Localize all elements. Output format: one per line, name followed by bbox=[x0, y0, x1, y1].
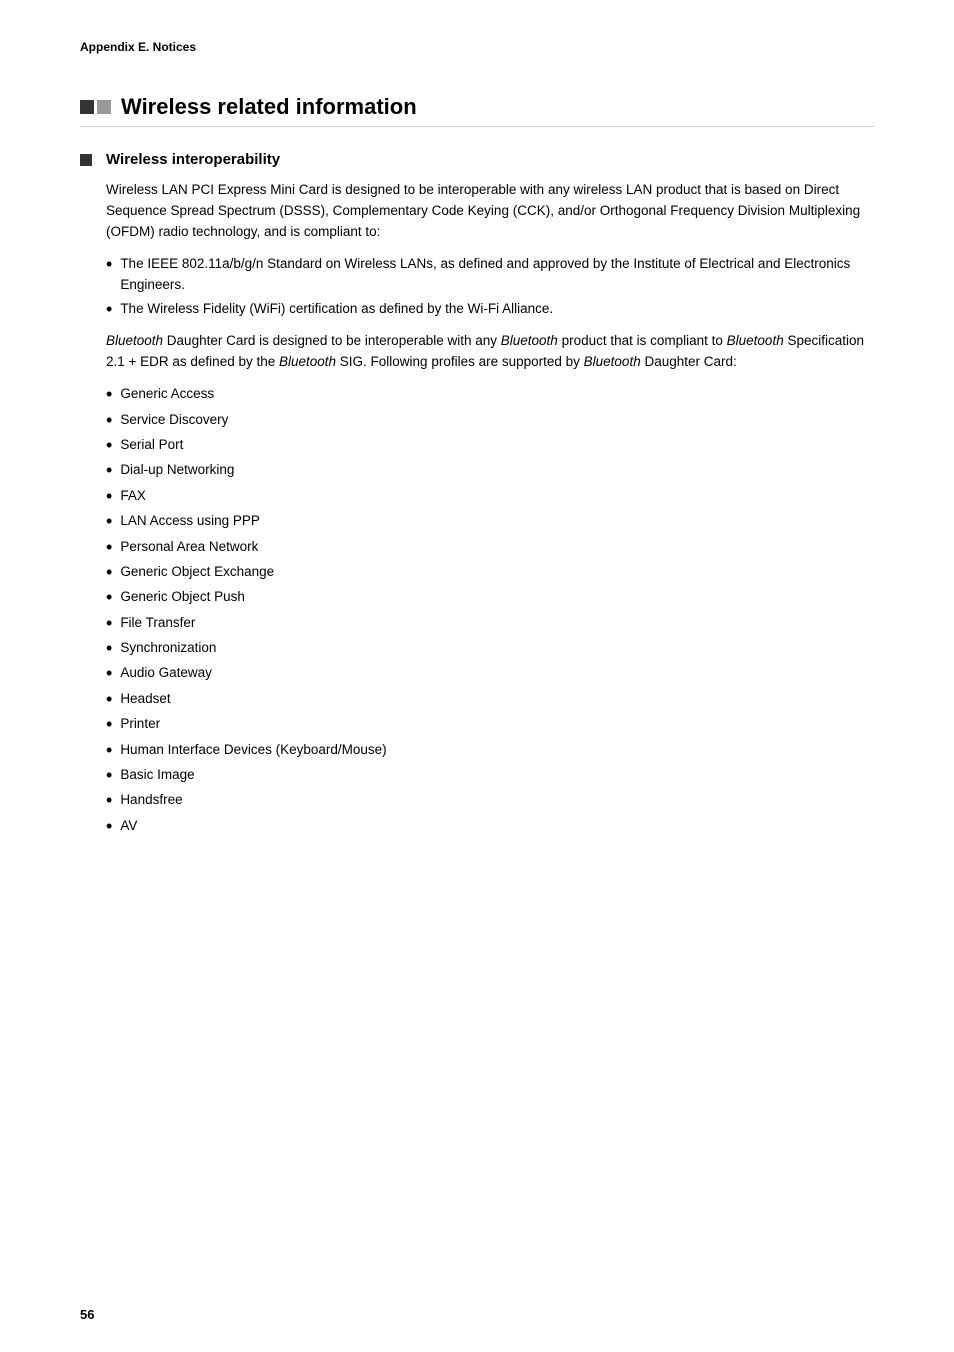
bullet-dot-icon: • bbox=[106, 789, 112, 812]
profile-bullet-6: • Personal Area Network bbox=[106, 536, 874, 559]
bluetooth-mid-2: product that is compliant to bbox=[558, 333, 727, 348]
bullet-dot-icon: • bbox=[106, 510, 112, 533]
subsection-wireless-interoperability: Wireless interoperability Wireless LAN P… bbox=[80, 151, 874, 838]
profile-bullet-3: • Dial-up Networking bbox=[106, 459, 874, 482]
icon-square-dark bbox=[80, 100, 94, 114]
profile-bullet-13: • Printer bbox=[106, 713, 874, 736]
profile-item-text: Service Discovery bbox=[120, 409, 228, 431]
profile-bullet-14: • Human Interface Devices (Keyboard/Mouse… bbox=[106, 739, 874, 762]
bullet-dot-icon: • bbox=[106, 298, 112, 321]
profile-item-text: Serial Port bbox=[120, 434, 183, 456]
profile-item-text: Human Interface Devices (Keyboard/Mouse) bbox=[120, 739, 386, 761]
profile-bullet-0: • Generic Access bbox=[106, 383, 874, 406]
bullet-dot-icon: • bbox=[106, 612, 112, 635]
profile-item-text: Generic Access bbox=[120, 383, 214, 405]
bullet-dot-icon: • bbox=[106, 662, 112, 685]
profile-bullet-17: • AV bbox=[106, 815, 874, 838]
profile-item-text: Synchronization bbox=[120, 637, 216, 659]
bullet-dot-icon: • bbox=[106, 764, 112, 787]
bluetooth-italic-2: Bluetooth bbox=[501, 333, 558, 348]
bullet-dot-icon: • bbox=[106, 434, 112, 457]
appendix-label: Appendix E. Notices bbox=[80, 40, 874, 54]
intro-paragraph: Wireless LAN PCI Express Mini Card is de… bbox=[106, 180, 874, 243]
bullet-dot-icon: • bbox=[106, 485, 112, 508]
bullet-dot-icon: • bbox=[106, 561, 112, 584]
profile-bullet-12: • Headset bbox=[106, 688, 874, 711]
bullet-dot-icon: • bbox=[106, 637, 112, 660]
page: Appendix E. Notices Wireless related inf… bbox=[0, 0, 954, 1352]
bluetooth-mid-1: Daughter Card is designed to be interope… bbox=[163, 333, 501, 348]
ieee-bullet-1-text: The IEEE 802.11a/b/g/n Standard on Wirel… bbox=[120, 253, 874, 296]
profile-item-text: Generic Object Push bbox=[120, 586, 245, 608]
section-header: Wireless related information bbox=[80, 94, 874, 127]
profile-item-text: Dial-up Networking bbox=[120, 459, 234, 481]
profile-bullet-8: • Generic Object Push bbox=[106, 586, 874, 609]
profile-bullet-1: • Service Discovery bbox=[106, 409, 874, 432]
subsection-title: Wireless interoperability bbox=[106, 151, 280, 168]
profile-bullet-4: • FAX bbox=[106, 485, 874, 508]
bullet-dot-icon: • bbox=[106, 383, 112, 406]
profile-item-text: LAN Access using PPP bbox=[120, 510, 260, 532]
ieee-bullet-2-text: The Wireless Fidelity (WiFi) certificati… bbox=[120, 298, 553, 320]
profile-item-text: Generic Object Exchange bbox=[120, 561, 274, 583]
ieee-bullet-list: • The IEEE 802.11a/b/g/n Standard on Wir… bbox=[106, 253, 874, 322]
bullet-dot-icon: • bbox=[106, 409, 112, 432]
profile-item-text: Headset bbox=[120, 688, 170, 710]
profile-bullet-11: • Audio Gateway bbox=[106, 662, 874, 685]
profile-item-text: FAX bbox=[120, 485, 146, 507]
profile-item-text: AV bbox=[120, 815, 137, 837]
profile-bullet-2: • Serial Port bbox=[106, 434, 874, 457]
bluetooth-italic-3: Bluetooth bbox=[727, 333, 784, 348]
section-title: Wireless related information bbox=[121, 94, 417, 120]
profile-item-text: Audio Gateway bbox=[120, 662, 212, 684]
bullet-dot-icon: • bbox=[106, 688, 112, 711]
subsection-header: Wireless interoperability bbox=[80, 151, 874, 168]
bluetooth-italic-4: Bluetooth bbox=[279, 354, 336, 369]
profile-item-text: Handsfree bbox=[120, 789, 182, 811]
section-icons bbox=[80, 100, 111, 114]
bluetooth-italic-1: Bluetooth bbox=[106, 333, 163, 348]
profile-bullet-15: • Basic Image bbox=[106, 764, 874, 787]
profile-item-text: Basic Image bbox=[120, 764, 194, 786]
bullet-dot-icon: • bbox=[106, 815, 112, 838]
bullet-dot-icon: • bbox=[106, 739, 112, 762]
profile-item-text: Printer bbox=[120, 713, 160, 735]
profile-bullet-10: • Synchronization bbox=[106, 637, 874, 660]
bluetooth-mid-4: SIG. Following profiles are supported by bbox=[336, 354, 584, 369]
bluetooth-italic-5: Bluetooth bbox=[584, 354, 641, 369]
bluetooth-intro-paragraph: Bluetooth Daughter Card is designed to b… bbox=[106, 331, 874, 373]
bluetooth-end: Daughter Card: bbox=[641, 354, 737, 369]
bullet-dot-icon: • bbox=[106, 586, 112, 609]
profile-item-text: Personal Area Network bbox=[120, 536, 258, 558]
ieee-bullet-2: • The Wireless Fidelity (WiFi) certifica… bbox=[106, 298, 874, 321]
bullet-dot-icon: • bbox=[106, 459, 112, 482]
subsection-bullet-icon bbox=[80, 154, 92, 166]
profile-bullet-9: • File Transfer bbox=[106, 612, 874, 635]
profile-bullet-list: • Generic Access • Service Discovery • Serial… bbox=[106, 383, 874, 838]
profile-item-text: File Transfer bbox=[120, 612, 195, 634]
bullet-dot-icon: • bbox=[106, 253, 112, 276]
profile-bullet-7: • Generic Object Exchange bbox=[106, 561, 874, 584]
page-number: 56 bbox=[80, 1307, 94, 1322]
profile-bullet-5: • LAN Access using PPP bbox=[106, 510, 874, 533]
profile-bullet-16: • Handsfree bbox=[106, 789, 874, 812]
icon-square-light bbox=[97, 100, 111, 114]
ieee-bullet-1: • The IEEE 802.11a/b/g/n Standard on Wir… bbox=[106, 253, 874, 296]
bullet-dot-icon: • bbox=[106, 536, 112, 559]
bullet-dot-icon: • bbox=[106, 713, 112, 736]
